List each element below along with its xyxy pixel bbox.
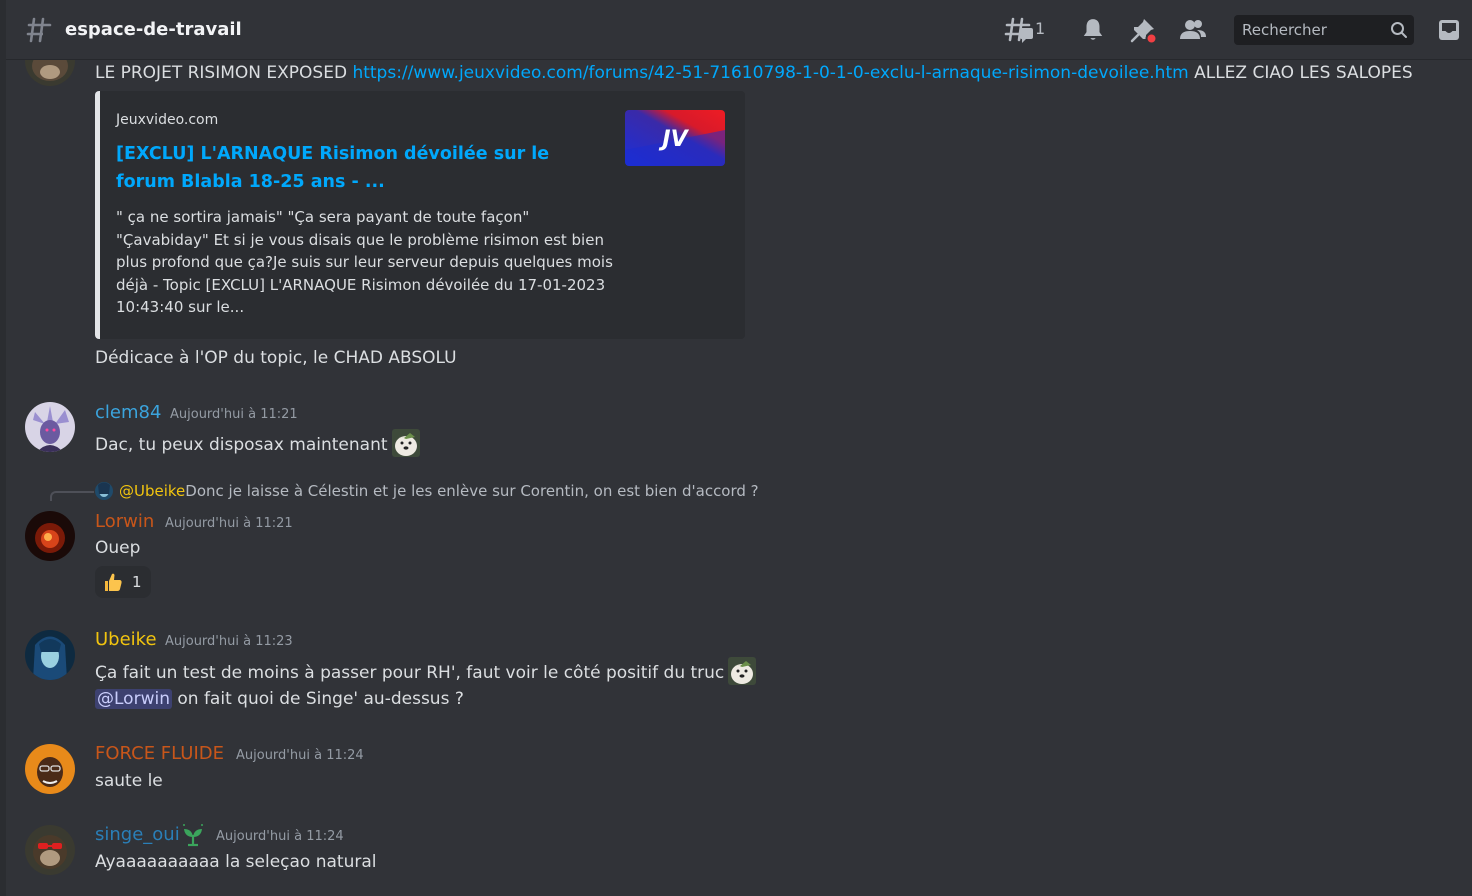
search-input[interactable]: [1242, 21, 1390, 39]
message-text: Ouep: [95, 538, 141, 558]
text-channel-thread-icon: [26, 16, 54, 44]
message-content: @Lorwin on fait quoi de Singe' au-dessus…: [95, 689, 464, 709]
message-text: Ayaaaaaaaaaa la seleçao natural: [95, 852, 377, 872]
message-timestamp: Aujourd'hui à 11:23: [165, 634, 293, 649]
link-embed: Jeuxvideo.com [EXCLU] L'ARNAQUE Risimon …: [95, 91, 745, 339]
notifications-button[interactable]: [1078, 15, 1108, 45]
seal-emoji: [728, 657, 757, 685]
reply-mention[interactable]: @Ubeike: [119, 482, 185, 500]
channel-header: espace-de-travail 1: [6, 0, 1472, 60]
search-box[interactable]: [1234, 15, 1414, 45]
embed-title[interactable]: [EXCLU] L'ARNAQUE Risimon dévoilée sur l…: [116, 140, 586, 196]
bell-icon: [1083, 19, 1103, 40]
username-clem84[interactable]: clem84: [95, 402, 161, 423]
threads-count: 1: [1035, 19, 1046, 38]
avatar-singe-oui[interactable]: [25, 825, 75, 875]
username-lorwin[interactable]: Lorwin: [95, 511, 154, 532]
user-mention[interactable]: @Lorwin: [95, 689, 172, 709]
message-content: Dac, tu peux disposax maintenant: [95, 429, 420, 457]
channel-name: espace-de-travail: [65, 19, 242, 40]
message-content: Ça fait un test de moins à passer pour R…: [95, 657, 757, 685]
avatar-ubeike[interactable]: [25, 630, 75, 680]
inbox-button[interactable]: [1434, 15, 1464, 45]
reply-preview[interactable]: @Ubeike Donc je laisse à Célestin et je …: [95, 482, 759, 500]
avatar-force-fluide[interactable]: [25, 744, 75, 794]
reply-avatar: [95, 482, 113, 500]
message-link[interactable]: https://www.jeuxvideo.com/forums/42-51-7…: [352, 63, 1188, 83]
message-text: LE PROJET RISIMON EXPOSED: [95, 63, 353, 83]
avatar-clem84[interactable]: [25, 402, 75, 452]
svg-text:JV: JV: [658, 127, 689, 152]
avatar[interactable]: [25, 60, 75, 86]
member-list-button[interactable]: [1178, 15, 1208, 45]
message-text: ALLEZ CIAO LES SALOPES: [1188, 63, 1413, 83]
embed-provider[interactable]: Jeuxvideo.com: [116, 112, 218, 128]
search-icon: [1391, 22, 1407, 38]
embed-thumbnail[interactable]: JV: [625, 110, 725, 166]
seal-emoji: [391, 429, 420, 457]
sprout-role-icon: [180, 823, 206, 851]
embed-description: " ça ne sortira jamais" "Ça sera payant …: [116, 208, 613, 316]
reply-text: Donc je laisse à Célestin et je les enlè…: [185, 482, 759, 500]
message-timestamp: Aujourd'hui à 11:24: [216, 829, 344, 844]
threads-icon: [1004, 17, 1033, 43]
message-content: LE PROJET RISIMON EXPOSED https://www.je…: [95, 63, 1413, 83]
reaction-count: 1: [132, 573, 142, 591]
message-timestamp: Aujourd'hui à 11:21: [170, 407, 298, 422]
message-text: Dédicace à l'OP du topic, le CHAD ABSOLU: [95, 348, 457, 368]
message-timestamp: Aujourd'hui à 11:21: [165, 516, 293, 531]
message-text: Dac, tu peux disposax maintenant: [95, 435, 388, 455]
members-icon: [1180, 20, 1206, 39]
message-text: on fait quoi de Singe' au-dessus ?: [171, 689, 464, 709]
pinned-messages-button[interactable]: [1128, 15, 1158, 45]
message-list: LE PROJET RISIMON EXPOSED https://www.je…: [6, 60, 1472, 896]
thumbs-up-icon: [105, 573, 122, 591]
username-singe-oui[interactable]: singe_oui: [95, 824, 180, 845]
username-force-fluide[interactable]: FORCE FLUIDE: [95, 743, 224, 764]
message-text: saute le: [95, 771, 163, 791]
reaction-thumbs-up[interactable]: 1: [95, 566, 151, 598]
message-timestamp: Aujourd'hui à 11:24: [236, 748, 364, 763]
inbox-icon: [1439, 20, 1459, 40]
header-toolbar: 1: [1004, 0, 1472, 60]
username-ubeike[interactable]: Ubeike: [95, 629, 157, 650]
avatar-lorwin[interactable]: [25, 511, 75, 561]
reply-connector: [50, 491, 94, 501]
message-text: Ça fait un test de moins à passer pour R…: [95, 663, 725, 683]
threads-button[interactable]: 1: [1004, 15, 1045, 45]
pin-icon: [1130, 19, 1157, 44]
